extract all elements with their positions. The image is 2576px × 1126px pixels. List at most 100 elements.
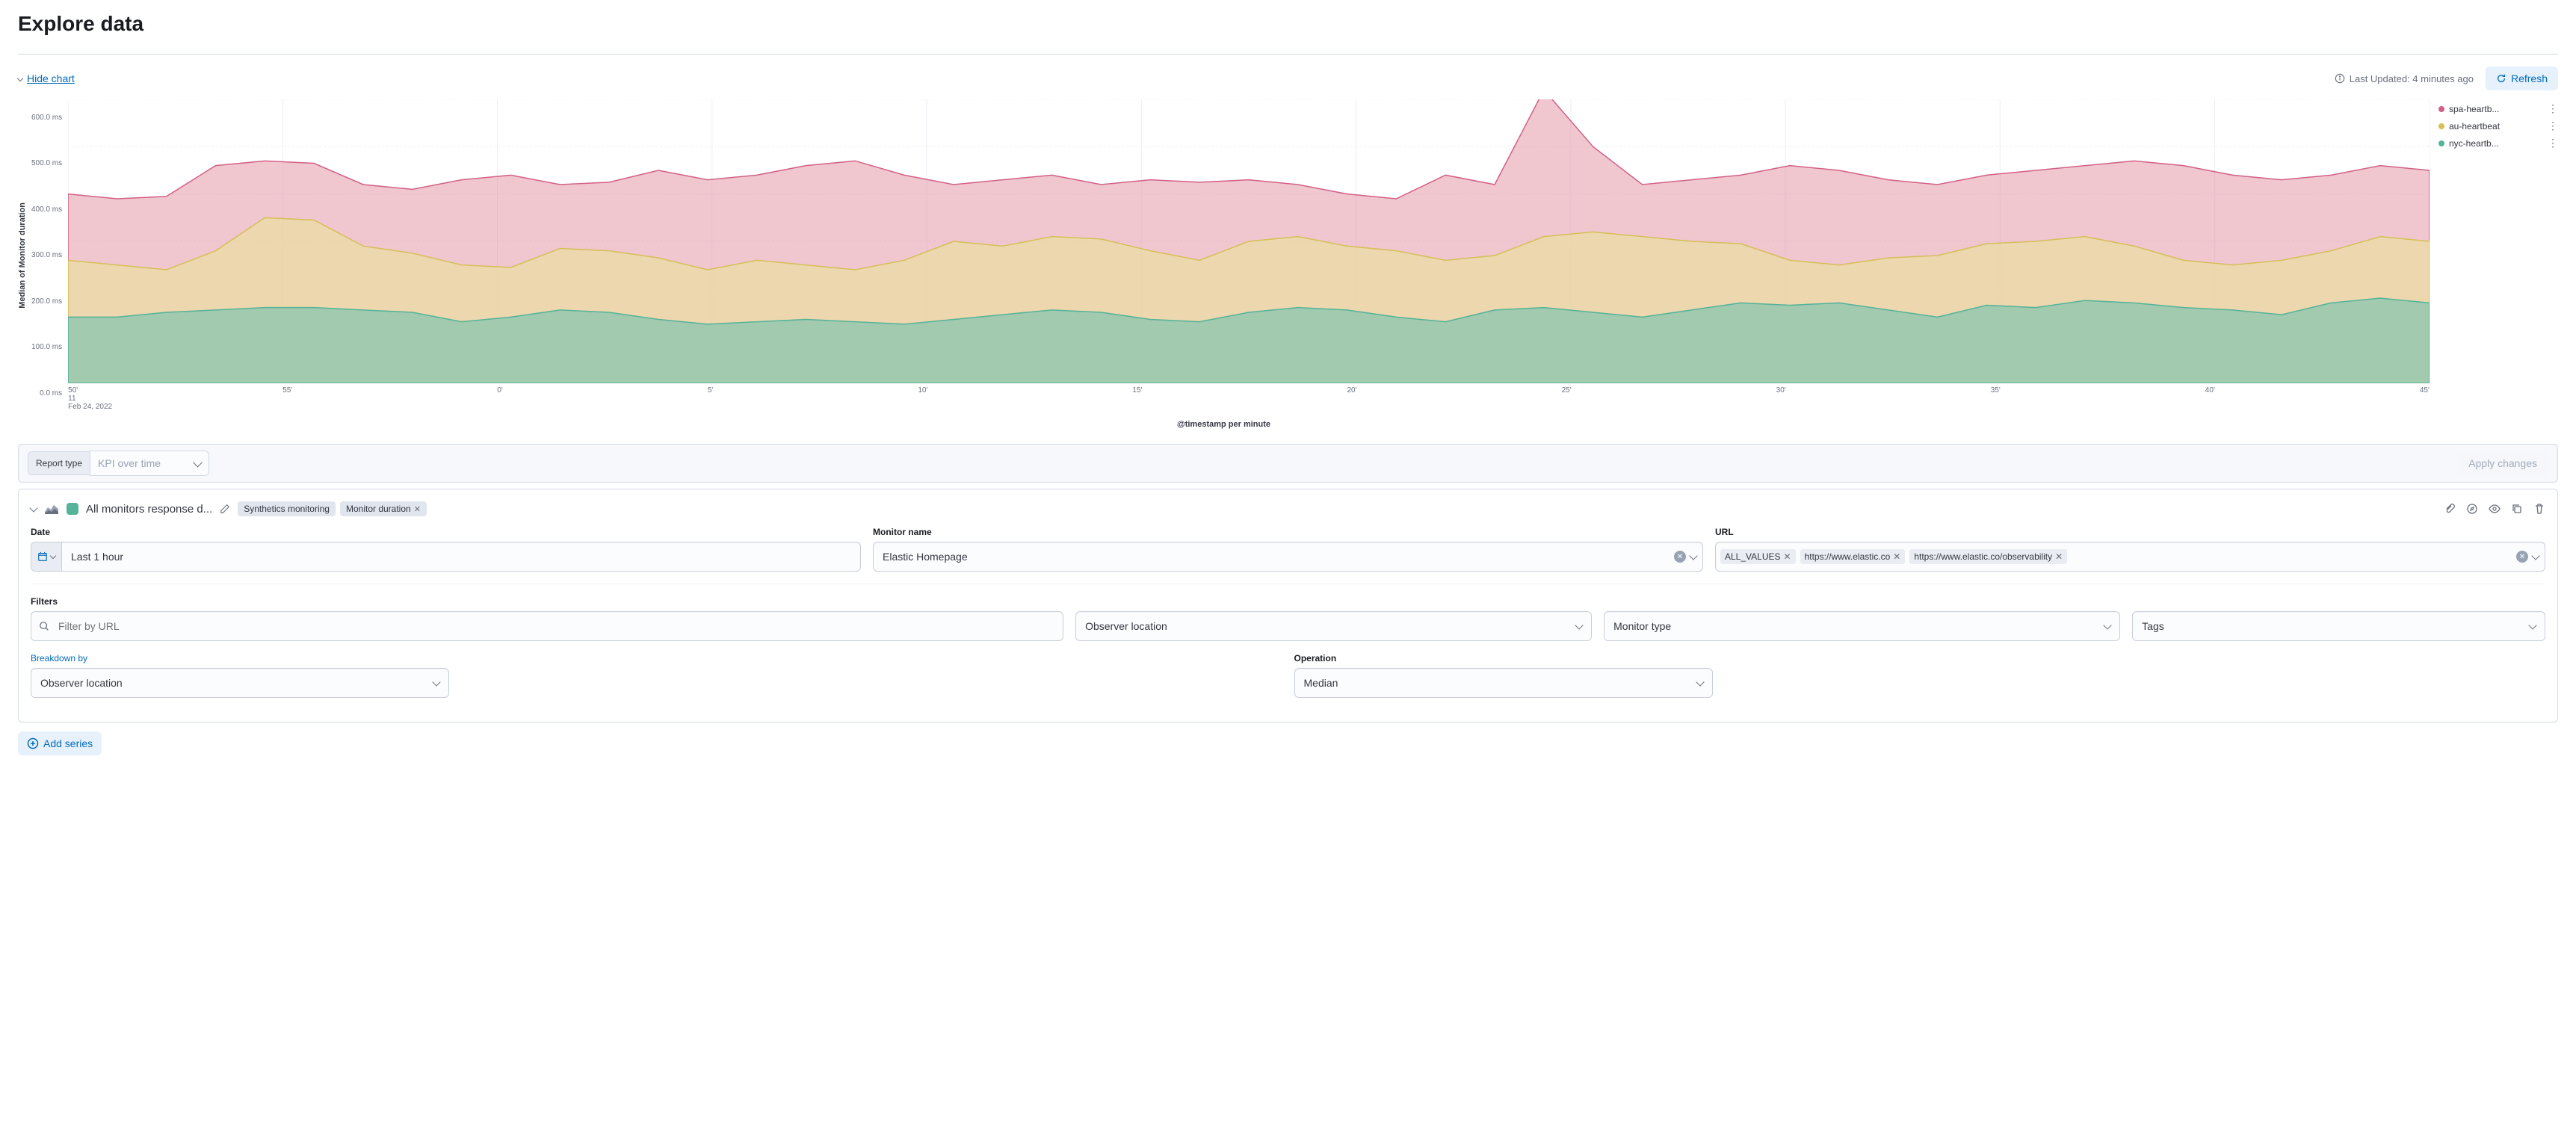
legend-dot-icon [2438,106,2444,112]
chevron-down-icon [2104,621,2112,629]
remove-pill-icon[interactable]: ✕ [1893,551,1900,562]
remove-pill-icon[interactable]: ✕ [2055,551,2063,562]
breakdown-by-label[interactable]: Breakdown by [31,653,1282,663]
x-axis-ticks: 50'55'0'5'10'15'20'25'30'35'40'45' [68,386,2430,395]
y-axis-ticks: 600.0 ms500.0 ms400.0 ms300.0 ms200.0 ms… [31,114,68,397]
monitor-type-filter[interactable]: Monitor type [1604,611,2120,641]
legend-more-icon[interactable]: ⋮ [2548,120,2558,132]
copy-icon[interactable] [2511,503,2523,515]
chevron-down-icon [18,72,22,84]
chevron-down-icon[interactable] [2531,551,2539,560]
x-tick: 30' [1776,386,1786,395]
url-pill-label: ALL_VALUES [1725,551,1781,562]
chevron-down-icon [2528,621,2536,629]
legend-more-icon[interactable]: ⋮ [2548,137,2558,149]
y-tick: 400.0 ms [31,205,62,214]
date-label: Date [31,527,861,537]
legend-more-icon[interactable]: ⋮ [2548,102,2558,115]
url-pill[interactable]: ALL_VALUES✕ [1720,549,1796,564]
legend-label: au-heartbeat [2449,121,2543,132]
url-combo[interactable]: ALL_VALUES✕https://www.elastic.co✕https:… [1715,542,2545,572]
url-pill[interactable]: https://www.elastic.co✕ [1800,549,1906,564]
y-axis-label: Median of Monitor duration [18,202,27,309]
apply-changes-button[interactable]: Apply changes [2457,451,2548,476]
observer-location-filter[interactable]: Observer location [1075,611,1592,641]
observer-location-filter-label: Observer location [1085,620,1167,632]
explore-icon[interactable] [2466,503,2478,515]
last-updated-value: Last Updated: 4 minutes ago [2350,73,2474,84]
monitor-name-combo[interactable]: ✕ [873,542,1703,572]
legend-item[interactable]: nyc-heartb... ⋮ [2438,137,2558,149]
hide-chart-link[interactable]: Hide chart [18,72,75,84]
chevron-down-icon [50,553,56,559]
chart-container: Median of Monitor duration 600.0 ms500.0… [18,99,2558,429]
clear-icon[interactable]: ✕ [1674,551,1686,563]
x-tick: 55' [282,386,292,395]
x-date-start: 11 Feb 24, 2022 [68,395,112,411]
edit-name-icon[interactable] [220,504,230,514]
hide-chart-label: Hide chart [27,72,75,84]
add-series-button[interactable]: Add series [18,731,102,755]
chevron-down-icon [432,678,440,686]
area-chart-icon[interactable] [44,503,59,515]
y-tick: 200.0 ms [31,297,62,306]
series-tag[interactable]: Monitor duration✕ [340,501,427,516]
url-pill-label: https://www.elastic.co [1805,551,1891,562]
tags-filter[interactable]: Tags [2132,611,2545,641]
legend-item[interactable]: au-heartbeat ⋮ [2438,120,2558,132]
series-color-swatch[interactable] [67,503,78,515]
date-input[interactable] [62,542,860,571]
plus-circle-icon [27,737,39,749]
remove-pill-icon[interactable]: ✕ [1784,551,1791,562]
x-axis-label: @timestamp per minute [18,420,2430,429]
delete-icon[interactable] [2533,503,2545,515]
legend-item[interactable]: spa-heartb... ⋮ [2438,102,2558,115]
series-tag[interactable]: Synthetics monitoring [238,501,336,516]
collapse-series-icon[interactable] [31,505,37,513]
refresh-icon [2496,73,2506,84]
date-picker[interactable] [31,542,861,572]
visibility-icon[interactable] [2489,503,2501,515]
controls-bar: Report type KPI over time Apply changes [18,444,2558,483]
page-title: Explore data [18,12,2558,36]
chevron-down-icon[interactable] [1689,551,1697,560]
chart-plot[interactable]: 50'55'0'5'10'15'20'25'30'35'40'45' 11 Fe… [68,99,2430,411]
legend-label: nyc-heartb... [2449,138,2543,149]
x-tick: 25' [1562,386,1572,395]
x-tick: 35' [1991,386,2001,395]
refresh-label: Refresh [2511,72,2548,84]
y-tick: 100.0 ms [31,343,62,351]
operation-label: Operation [1294,653,2546,663]
remove-tag-icon[interactable]: ✕ [414,504,421,514]
attach-icon[interactable] [2444,503,2456,515]
url-pill[interactable]: https://www.elastic.co/observability✕ [1909,549,2067,564]
y-tick: 500.0 ms [31,159,62,167]
x-tick: 0' [497,386,502,395]
y-tick: 0.0 ms [31,389,62,397]
chevron-down-icon [1575,621,1583,629]
x-tick: 5' [708,386,713,395]
legend-dot-icon [2438,123,2444,129]
filter-input[interactable] [49,612,1063,640]
series-panel: All monitors response d... Synthetics mo… [18,489,2558,723]
url-label: URL [1715,527,2545,537]
breakdown-by-select[interactable]: Observer location [31,668,449,698]
clear-icon[interactable]: ✕ [2516,551,2528,563]
last-updated-text: Last Updated: 4 minutes ago [2335,73,2474,84]
calendar-icon[interactable] [31,542,62,571]
monitor-name-input[interactable] [874,542,1668,571]
report-type-select[interactable]: KPI over time [90,451,209,476]
y-tick: 300.0 ms [31,251,62,259]
search-icon [31,621,49,631]
x-tick: 50' [68,386,78,395]
filter-search[interactable] [31,611,1063,641]
refresh-button[interactable]: Refresh [2486,66,2558,90]
legend-dot-icon [2438,140,2444,146]
x-tick: 10' [918,386,927,395]
report-type-label: Report type [28,451,90,475]
x-tick: 15' [1132,386,1142,395]
operation-select[interactable]: Median [1294,668,1713,698]
legend-label: spa-heartb... [2449,104,2543,114]
series-name: All monitors response d... [86,503,212,516]
chart-legend: spa-heartb...⋮au-heartbeat⋮nyc-heartb...… [2438,99,2558,429]
